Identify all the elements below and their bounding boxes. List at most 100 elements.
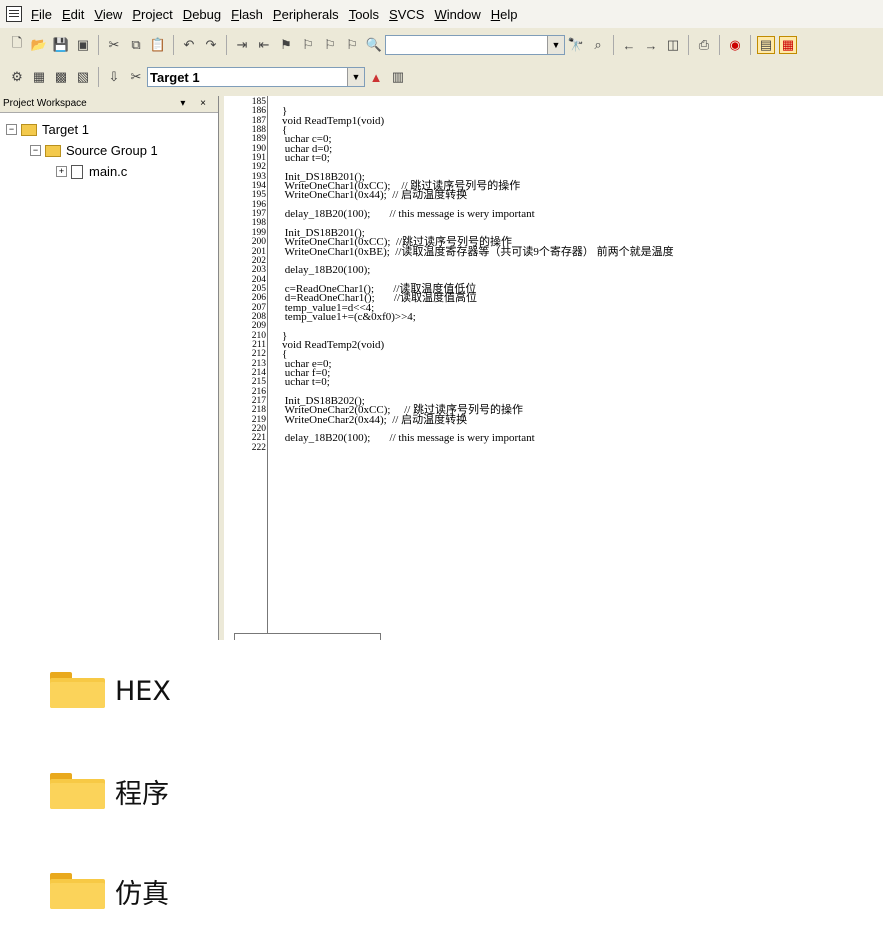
code-line[interactable] (282, 219, 882, 228)
folder-name: 程序 (115, 779, 169, 810)
window-layout-icon[interactable]: ▤ (757, 36, 775, 54)
save-icon[interactable]: 💾 (52, 36, 70, 54)
menu-project[interactable]: Project (127, 7, 177, 22)
toolbar-separator (688, 35, 689, 55)
window-layout2-icon[interactable]: ▦ (779, 36, 797, 54)
menu-edit[interactable]: Edit (57, 7, 89, 22)
line-number: 222 (251, 442, 266, 453)
code-line[interactable]: { (282, 124, 882, 135)
tree-item-main-c[interactable]: + main.c (56, 164, 127, 179)
tree-item-source-group[interactable]: − Source Group 1 (30, 143, 158, 158)
redo-icon[interactable]: ↷ (202, 36, 220, 54)
folder-icon (50, 872, 105, 911)
code-line[interactable]: delay_18B20(100); (282, 264, 882, 275)
translate-icon[interactable]: ⚙ (8, 68, 26, 86)
code-line[interactable]: uchar t=0; (282, 152, 882, 163)
collapse-icon[interactable]: − (30, 145, 41, 156)
stop-build-icon[interactable]: ▧ (74, 68, 92, 86)
code-line[interactable]: uchar e=0; (282, 358, 882, 369)
expand-icon[interactable]: + (56, 166, 67, 177)
code-line[interactable] (282, 322, 882, 331)
find-icon[interactable]: 🔭 (567, 36, 585, 54)
code-line[interactable] (282, 98, 882, 107)
menu-svcs[interactable]: SVCS (384, 7, 429, 22)
editor-tab-strip[interactable] (234, 633, 381, 640)
project-workspace-title: Project Workspace ▾ × (0, 96, 218, 113)
code-line[interactable]: WriteOneChar2(0x44); // 启动温度转换 (282, 414, 882, 425)
undo-icon[interactable]: ↶ (180, 36, 198, 54)
menu-help[interactable]: Help (486, 7, 523, 22)
code-line[interactable]: WriteOneChar1(0x44); // 启动温度转换 (282, 190, 882, 201)
toolbar-separator (98, 35, 99, 55)
open-folder-icon[interactable]: 📂 (30, 36, 48, 54)
menu-view[interactable]: View (89, 7, 127, 22)
folder-icon (50, 672, 105, 710)
fold-margin (267, 96, 278, 636)
file-icon (71, 164, 83, 179)
bookmark-prev-icon[interactable]: ⚐ (321, 36, 339, 54)
code-line[interactable]: uchar f=0; (282, 367, 882, 378)
tree-item-label: main.c (89, 164, 128, 179)
paste-icon[interactable]: 📋 (149, 36, 167, 54)
code-line[interactable]: temp_value1+=(c&0xf0)>>4; (282, 311, 882, 322)
code-line[interactable]: void ReadTemp1(void) (282, 115, 882, 126)
tree-item-target[interactable]: − Target 1 (6, 122, 89, 137)
chevron-down-icon[interactable]: ▼ (547, 36, 564, 54)
find-in-files-icon[interactable]: 🔍 (365, 36, 383, 54)
code-area[interactable]: } void ReadTemp1(void){ uchar c=0; uchar … (282, 98, 882, 453)
folder-icon (45, 144, 61, 157)
copy-icon[interactable]: ⧉ (127, 36, 145, 54)
build-toolbar: ⚙ ▦ ▩ ▧ ⇩ ✂ Target 1 ▼ ▲ ▥ (0, 62, 883, 92)
menu-tools[interactable]: Tools (344, 7, 384, 22)
menu-file[interactable]: File (26, 7, 57, 22)
bookmark-toggle-icon[interactable]: ⚑ (277, 36, 295, 54)
incremental-find-icon[interactable]: ⌕ (589, 36, 607, 54)
line-number-gutter: 185 186 187 188 189 190 191 192 193 194 195 196 197 1… (234, 97, 266, 453)
download-icon[interactable]: ⇩ (105, 68, 123, 86)
code-line[interactable]: delay_18B20(100); // this message is wer… (282, 433, 882, 444)
bookmark-clear-icon[interactable]: ⚐ (343, 36, 361, 54)
target-options-icon[interactable]: ✂ (127, 68, 145, 86)
bookmark-next-icon[interactable]: ⚐ (299, 36, 317, 54)
code-line[interactable]: uchar c=0; (282, 134, 882, 145)
folder-item-simulation[interactable]: 仿真 (50, 872, 169, 911)
code-line[interactable]: WriteOneChar1(0xBE); //读取温度寄存器等（共可读9个寄存器… (282, 246, 882, 257)
target-select[interactable]: Target 1 ▼ (147, 67, 365, 87)
code-line[interactable] (282, 388, 882, 397)
rebuild-icon[interactable]: ▩ (52, 68, 70, 86)
code-line[interactable] (282, 444, 882, 453)
code-line[interactable]: delay_18B20(100); // this message is wer… (282, 208, 882, 219)
print-icon[interactable]: ⎙ (695, 36, 713, 54)
unindent-icon[interactable]: ⇤ (255, 36, 273, 54)
find-combo[interactable]: ▼ (385, 35, 565, 55)
toolbar-separator (98, 67, 99, 87)
menu-peripherals[interactable]: Peripherals (268, 7, 344, 22)
app-icon (6, 6, 22, 22)
save-all-icon[interactable]: ▣ (74, 36, 92, 54)
new-file-icon[interactable]: 🗋 (8, 35, 26, 54)
panel-controls[interactable]: ▾ × (180, 96, 212, 112)
components-icon[interactable]: ▲ (367, 68, 385, 86)
code-line[interactable]: uchar d=0; (282, 143, 882, 154)
menu-flash[interactable]: Flash (226, 7, 268, 22)
code-line[interactable]: { (282, 349, 882, 360)
cut-icon[interactable]: ✂ (105, 36, 123, 54)
folder-item-hex[interactable]: HEX (50, 672, 171, 710)
code-line[interactable]: void ReadTemp2(void) (282, 339, 882, 350)
menu-debug[interactable]: Debug (178, 7, 226, 22)
folder-item-program[interactable]: 程序 (50, 772, 169, 811)
menu-window[interactable]: Window (429, 7, 485, 22)
collapse-icon[interactable]: − (6, 124, 17, 135)
code-line[interactable] (282, 163, 882, 172)
books-icon[interactable]: ▥ (389, 68, 407, 86)
forward-arrow-icon[interactable]: → (642, 36, 660, 54)
chevron-down-icon[interactable]: ▼ (347, 68, 364, 86)
indent-icon[interactable]: ⇥ (233, 36, 251, 54)
back-arrow-icon[interactable]: ← (620, 36, 638, 54)
build-icon[interactable]: ▦ (30, 68, 48, 86)
source-browser-icon[interactable]: ◫ (664, 36, 682, 54)
code-line[interactable] (282, 257, 882, 266)
code-editor[interactable]: 185 186 187 188 189 190 191 192 193 194 195 196 197 1… (219, 96, 883, 640)
code-line[interactable]: uchar t=0; (282, 377, 882, 388)
debug-session-icon[interactable]: ◉ (726, 36, 744, 54)
